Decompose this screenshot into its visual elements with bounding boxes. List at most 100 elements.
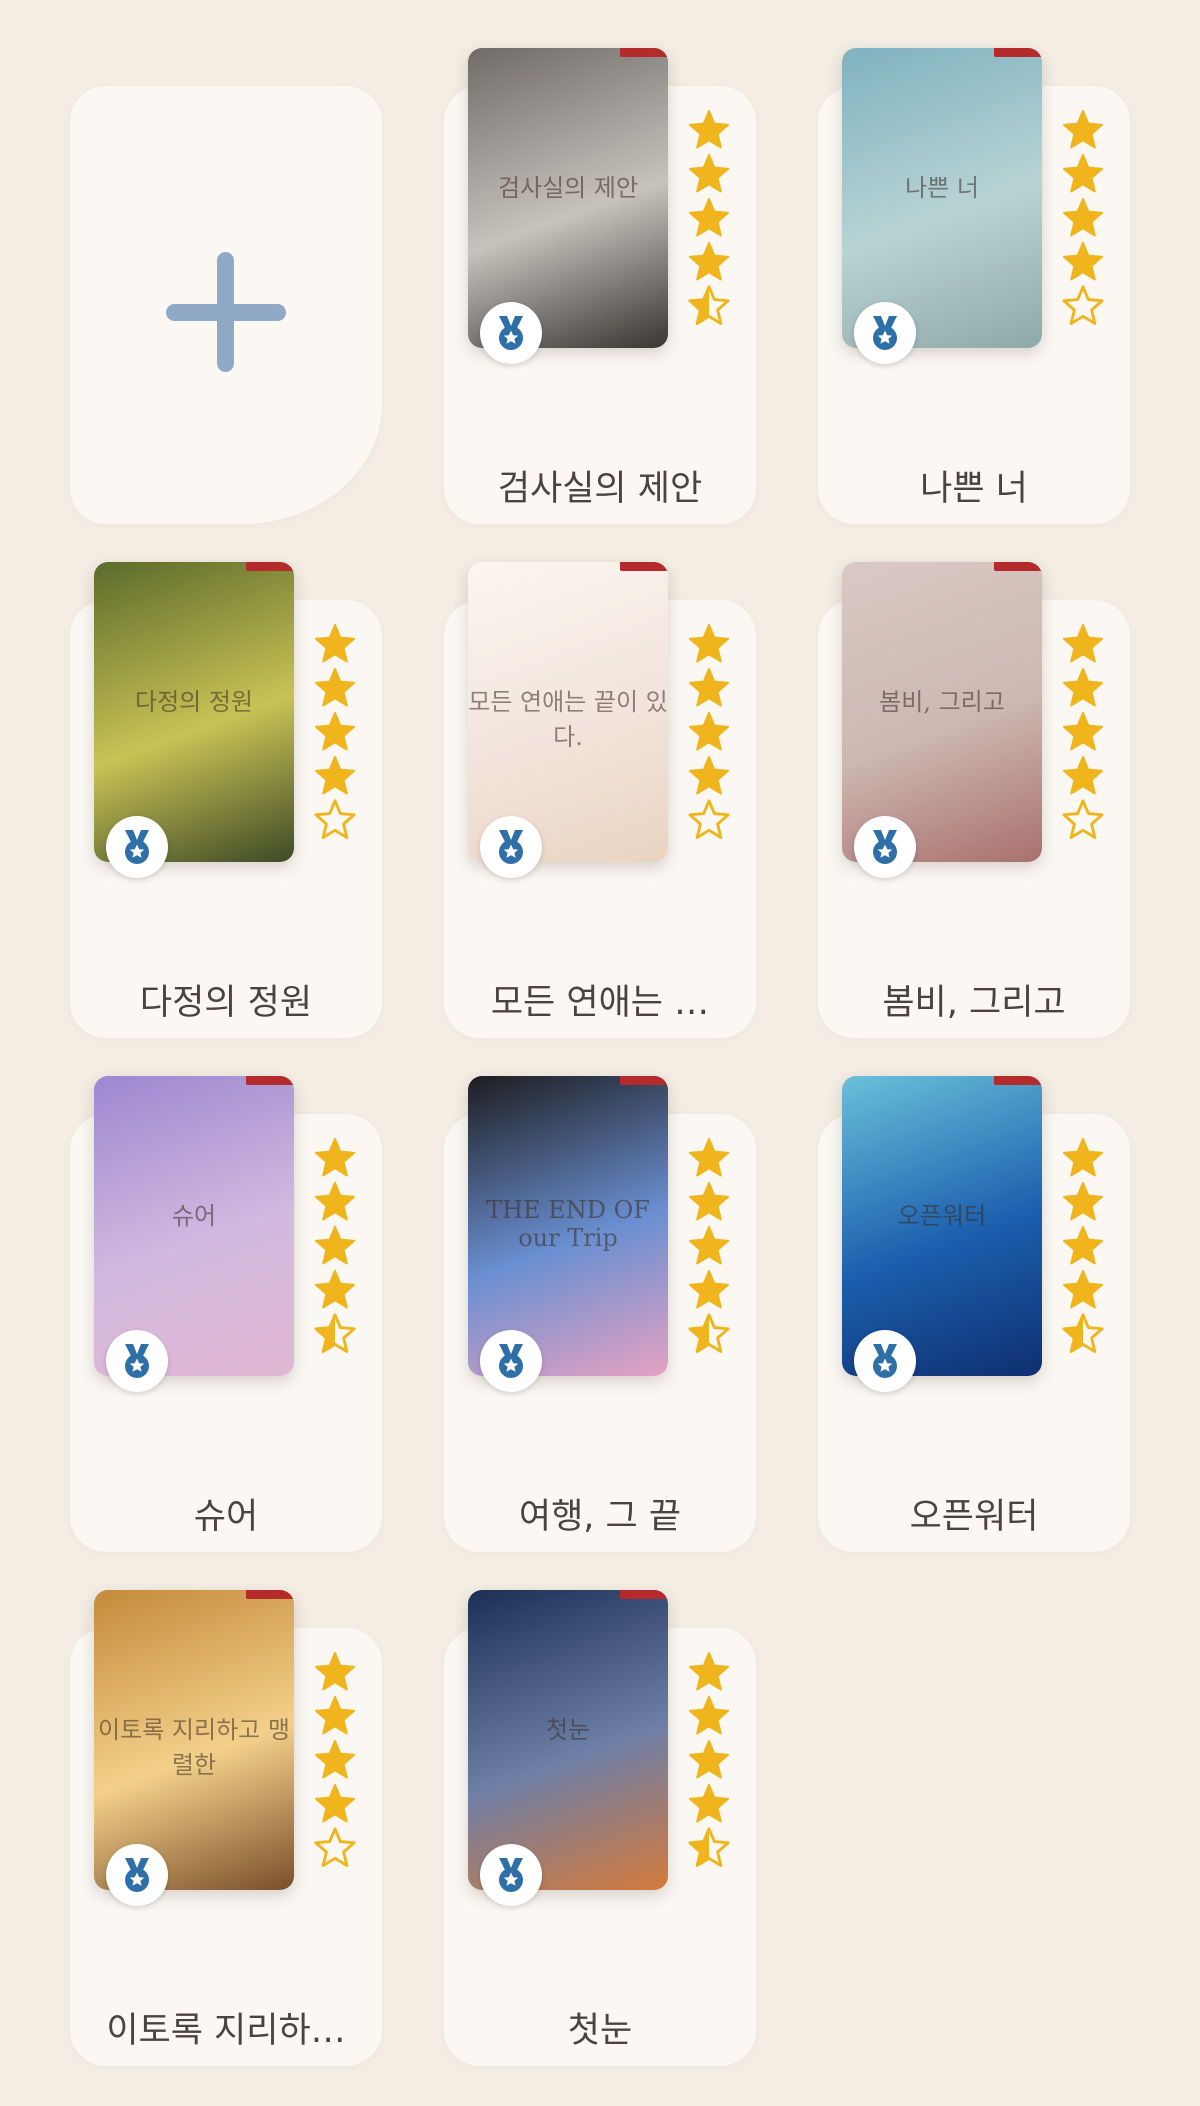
star-rating bbox=[686, 622, 732, 842]
star-filled-icon bbox=[686, 1268, 732, 1312]
age-rating-tag bbox=[620, 48, 668, 57]
star-filled-icon bbox=[312, 622, 358, 666]
book-cover[interactable]: THE END OF our Trip bbox=[468, 1076, 668, 1376]
cover-title: 오픈워터 bbox=[897, 1202, 987, 1230]
age-rating-tag bbox=[994, 48, 1042, 57]
book-title: 봄비, 그리고 bbox=[882, 983, 1066, 1023]
medal-icon bbox=[106, 816, 168, 878]
star-filled-icon bbox=[1060, 710, 1106, 754]
star-filled-icon bbox=[1060, 1268, 1106, 1312]
star-filled-icon bbox=[686, 1738, 732, 1782]
book-title: 오픈워터 bbox=[909, 1497, 1039, 1537]
star-filled-icon bbox=[686, 622, 732, 666]
star-filled-icon bbox=[312, 1738, 358, 1782]
age-rating-tag bbox=[620, 1590, 668, 1599]
star-filled-icon bbox=[686, 1136, 732, 1180]
star-filled-icon bbox=[1060, 1180, 1106, 1224]
book-grid: 검사실의 제안 검사실의 제안 나쁜 너 나쁜 너 다정의 정원 다정의 정원 모든 … bbox=[70, 48, 1130, 2104]
book-cell: 모든 연애는 끝이 있다. 모든 연애는 … bbox=[444, 562, 756, 1076]
star-filled-icon bbox=[1060, 240, 1106, 284]
medal-icon bbox=[480, 1330, 542, 1392]
star-filled-icon bbox=[1060, 108, 1106, 152]
book-cover[interactable]: 나쁜 너 bbox=[842, 48, 1042, 348]
medal-icon bbox=[854, 816, 916, 878]
book-cover[interactable]: 이토록 지리하고 맹렬한 bbox=[94, 1590, 294, 1890]
age-rating-tag bbox=[246, 1076, 294, 1085]
star-filled-icon bbox=[686, 240, 732, 284]
book-title: 이토록 지리하… bbox=[106, 2011, 346, 2051]
star-rating bbox=[1060, 1136, 1106, 1356]
star-filled-icon bbox=[312, 1694, 358, 1738]
star-filled-icon bbox=[312, 666, 358, 710]
book-cell: THE END OF our Trip 여행, 그 끝 bbox=[444, 1076, 756, 1590]
book-title: 나쁜 너 bbox=[920, 469, 1028, 509]
star-empty-icon bbox=[1060, 284, 1106, 328]
medal-icon bbox=[106, 1330, 168, 1392]
star-half-icon bbox=[312, 1312, 358, 1356]
age-rating-tag bbox=[246, 1590, 294, 1599]
star-filled-icon bbox=[686, 1694, 732, 1738]
cover-title: 이토록 지리하고 맹렬한 bbox=[98, 1716, 290, 1779]
cover-title: 모든 연애는 끝이 있다. bbox=[468, 688, 668, 751]
star-filled-icon bbox=[1060, 196, 1106, 240]
age-rating-tag bbox=[994, 562, 1042, 571]
medal-icon bbox=[854, 302, 916, 364]
medal-icon bbox=[480, 816, 542, 878]
star-empty-icon bbox=[1060, 798, 1106, 842]
star-filled-icon bbox=[1060, 754, 1106, 798]
star-filled-icon bbox=[686, 1224, 732, 1268]
medal-icon bbox=[480, 1844, 542, 1906]
book-title: 첫눈 bbox=[567, 2011, 633, 2051]
book-cell: 검사실의 제안 검사실의 제안 bbox=[444, 48, 756, 562]
medal-icon bbox=[106, 1844, 168, 1906]
cover-title: 슈어 bbox=[171, 1202, 217, 1230]
star-filled-icon bbox=[686, 196, 732, 240]
book-title: 다정의 정원 bbox=[139, 983, 313, 1023]
star-rating bbox=[686, 1136, 732, 1356]
book-cover[interactable]: 오픈워터 bbox=[842, 1076, 1042, 1376]
star-rating bbox=[312, 622, 358, 842]
book-title: 모든 연애는 … bbox=[490, 983, 710, 1023]
book-cover[interactable]: 모든 연애는 끝이 있다. bbox=[468, 562, 668, 862]
star-filled-icon bbox=[312, 1268, 358, 1312]
age-rating-tag bbox=[620, 1076, 668, 1085]
star-filled-icon bbox=[1060, 1136, 1106, 1180]
star-half-icon bbox=[686, 1826, 732, 1870]
book-cell: 다정의 정원 다정의 정원 bbox=[70, 562, 382, 1076]
book-cell: 슈어 슈어 bbox=[70, 1076, 382, 1590]
book-cell: 오픈워터 오픈워터 bbox=[818, 1076, 1130, 1590]
star-empty-icon bbox=[312, 798, 358, 842]
book-cover[interactable]: 다정의 정원 bbox=[94, 562, 294, 862]
book-cover[interactable]: 검사실의 제안 bbox=[468, 48, 668, 348]
book-cover[interactable]: 첫눈 bbox=[468, 1590, 668, 1890]
add-book-cell bbox=[70, 48, 382, 562]
star-filled-icon bbox=[312, 754, 358, 798]
cover-title: 나쁜 너 bbox=[905, 174, 979, 202]
cover-title: 첫눈 bbox=[545, 1716, 591, 1744]
book-cell: 이토록 지리하고 맹렬한 이토록 지리하… bbox=[70, 1590, 382, 2104]
star-filled-icon bbox=[312, 1180, 358, 1224]
age-rating-tag bbox=[620, 562, 668, 571]
star-filled-icon bbox=[686, 710, 732, 754]
plus-icon bbox=[217, 252, 234, 372]
book-cell: 나쁜 너 나쁜 너 bbox=[818, 48, 1130, 562]
star-filled-icon bbox=[1060, 666, 1106, 710]
star-rating bbox=[1060, 622, 1106, 842]
star-empty-icon bbox=[686, 798, 732, 842]
star-filled-icon bbox=[312, 710, 358, 754]
star-filled-icon bbox=[312, 1782, 358, 1826]
star-filled-icon bbox=[686, 1782, 732, 1826]
star-filled-icon bbox=[686, 754, 732, 798]
medal-icon bbox=[480, 302, 542, 364]
cover-title: THE END OF our Trip bbox=[486, 1196, 650, 1252]
add-book-button[interactable] bbox=[70, 86, 382, 524]
star-filled-icon bbox=[686, 108, 732, 152]
book-title: 여행, 그 끝 bbox=[518, 1497, 682, 1537]
book-cover[interactable]: 봄비, 그리고 bbox=[842, 562, 1042, 862]
star-filled-icon bbox=[1060, 622, 1106, 666]
star-filled-icon bbox=[312, 1224, 358, 1268]
book-cover[interactable]: 슈어 bbox=[94, 1076, 294, 1376]
age-rating-tag bbox=[994, 1076, 1042, 1085]
star-filled-icon bbox=[1060, 1224, 1106, 1268]
book-cell: 첫눈 첫눈 bbox=[444, 1590, 756, 2104]
